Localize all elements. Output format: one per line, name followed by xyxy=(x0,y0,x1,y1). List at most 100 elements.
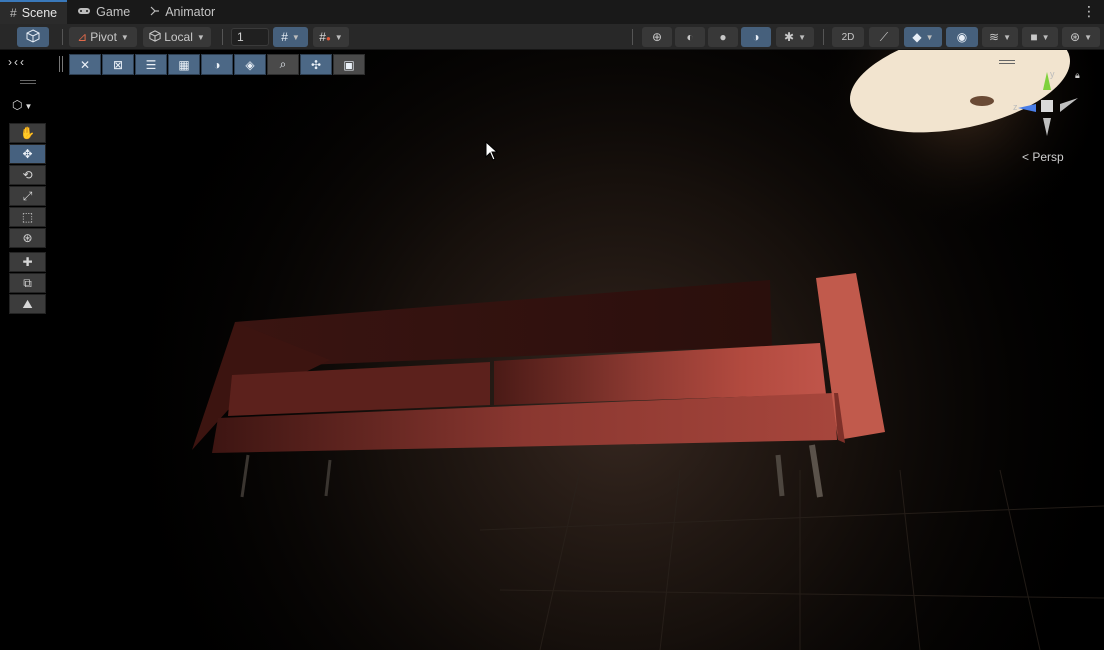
grid-snap-button[interactable]: # ▼ xyxy=(273,27,308,47)
hand-icon: ✋ xyxy=(20,126,35,140)
rect-tool-button[interactable]: ⬚ xyxy=(9,207,46,227)
orientation-button[interactable] xyxy=(17,27,49,47)
collapse-toolbar-icon[interactable]: ›‹‹ xyxy=(8,55,26,69)
pivot-icon: ⊿ xyxy=(77,30,88,44)
lighting-button[interactable]: ◑ xyxy=(741,27,771,47)
tab-bar: # Scene Game Animator ⋮ xyxy=(0,0,1104,24)
scene-window: # Scene Game Animator ⋮ ⊿ Pivot ▼ Local … xyxy=(0,0,1104,650)
overlay-tool-6[interactable]: ◈ xyxy=(234,54,266,75)
crossed-tools-icon: ✕ xyxy=(79,57,91,72)
audio-toggle-button[interactable]: ⟋ xyxy=(869,27,899,47)
projection-label[interactable]: < Persp xyxy=(1022,150,1064,164)
chevron-down-icon: ▼ xyxy=(291,32,300,42)
z-axis-arrow[interactable] xyxy=(1018,104,1036,112)
camera-dropdown[interactable]: ■ ▼ xyxy=(1022,27,1058,47)
layers-effects-icon: ◆ xyxy=(912,30,922,44)
2d-toggle-button[interactable]: 2D xyxy=(832,27,864,47)
toolbar-grip-handle[interactable] xyxy=(20,80,36,84)
tab-game[interactable]: Game xyxy=(67,0,140,24)
scene-visibility-button[interactable]: ◉ xyxy=(946,27,978,47)
layers-icon: ≋ xyxy=(989,30,1000,44)
overlay-tool-5[interactable]: ◑ xyxy=(201,54,233,75)
chevron-down-icon: ▼ xyxy=(1084,32,1092,42)
debug-draw-mode-button[interactable]: ✱ ▼ xyxy=(776,27,814,47)
hand-tool-button[interactable]: ✋ xyxy=(9,123,46,143)
y-axis-neg-arrow[interactable] xyxy=(1043,118,1051,136)
chevron-down-icon: ▼ xyxy=(120,32,129,42)
eye-icon: ◉ xyxy=(956,30,968,44)
tool-context-dropdown[interactable]: ⬡ ▼ xyxy=(12,98,32,112)
local-cube-icon xyxy=(149,29,161,45)
chevron-down-icon: ▼ xyxy=(1003,32,1011,42)
grid-icon: # xyxy=(10,6,17,20)
orientation-gizmo[interactable]: y z xyxy=(1012,68,1092,140)
custom-tool-1-button[interactable]: ✚ xyxy=(9,252,46,272)
wireframe-globe-icon: ⊕ xyxy=(651,30,663,44)
overlay-tool-2[interactable]: ⊠ xyxy=(102,54,134,75)
shaded-button[interactable]: ● xyxy=(708,27,738,47)
local-dropdown[interactable]: Local ▼ xyxy=(143,27,211,47)
overlay-divider xyxy=(62,56,63,72)
overlay-search-button[interactable]: ⌕ xyxy=(267,54,299,75)
overlay-tool-3[interactable]: ☰ xyxy=(135,54,167,75)
animator-icon xyxy=(150,5,160,19)
search-icon: ⌕ xyxy=(279,57,287,71)
chevron-down-icon: ▼ xyxy=(24,102,33,111)
chevron-down-icon: ▼ xyxy=(925,32,934,42)
x-axis-neg-arrow[interactable] xyxy=(1060,98,1078,112)
ruler-icon: ⊠ xyxy=(112,57,124,72)
transform-icon: ⊛ xyxy=(22,231,33,245)
effects-button[interactable]: ◆ ▼ xyxy=(904,27,942,47)
overlay-grip-handle[interactable] xyxy=(999,60,1015,64)
custom-tool-3-button[interactable]: ⛰ xyxy=(9,294,46,314)
gizmo-center-cube[interactable] xyxy=(1041,100,1053,112)
chevron-down-icon: ▼ xyxy=(196,32,205,42)
copy-box-icon: ⧉ xyxy=(23,275,32,290)
overlay-tool-4[interactable]: ▦ xyxy=(168,54,200,75)
gizmos-dropdown[interactable]: ⊛ ▼ xyxy=(1062,27,1100,47)
more-options-icon[interactable]: ⋮ xyxy=(1082,3,1096,20)
move-cross-icon: ✣ xyxy=(310,57,322,72)
sphere-icon: ● xyxy=(719,30,727,44)
bug-icon: ✱ xyxy=(784,30,795,44)
gamepad-icon xyxy=(77,5,91,19)
tab-scene[interactable]: # Scene xyxy=(0,0,68,24)
increment-snap-button[interactable]: #● ▼ xyxy=(313,27,349,47)
rotate-tool-button[interactable]: ⟲ xyxy=(9,165,46,185)
grid-snap-icon: # xyxy=(281,30,288,44)
scene-viewport[interactable]: ›‹‹ ⬡ ▼ ✕ ⊠ ☰ ▦ ◑ ◈ ⌕ ✣ ▣ ✋ ✥ ⟲ ⤢ ⬚ ⊛ ✚ ⧉… xyxy=(0,50,1104,650)
transform-tool-button[interactable]: ⊛ xyxy=(9,228,46,248)
overlay-tool-8[interactable]: ✣ xyxy=(300,54,332,75)
y-axis-label: y xyxy=(1050,69,1055,79)
increment-snap-icon: #● xyxy=(319,30,331,44)
pivot-add-icon: ✚ xyxy=(22,255,33,269)
toolbar-divider xyxy=(823,29,824,45)
tab-animator[interactable]: Animator xyxy=(140,0,225,24)
camera-eye-icon: ▣ xyxy=(343,57,355,72)
scene-toolbar: ⊿ Pivot ▼ Local ▼ 1 # ▼ #● ▼ ⊕ ◐ ● ◑ ✱ ▼ xyxy=(0,24,1104,50)
mute-icon: ⟋ xyxy=(879,29,889,44)
overlay-camera-button[interactable]: ▣ xyxy=(333,54,365,75)
chevron-left-icon: < xyxy=(1022,150,1030,164)
sliders-icon: ☰ xyxy=(145,57,157,72)
camera-icon: ■ xyxy=(1030,30,1038,44)
chevron-down-icon: ▼ xyxy=(334,32,343,42)
shaded-wireframe-button[interactable]: ◐ xyxy=(675,27,705,47)
overlay-divider xyxy=(59,56,60,72)
rect-icon: ⬚ xyxy=(21,210,34,224)
layers-dropdown[interactable]: ≋ ▼ xyxy=(982,27,1018,47)
crescent-icon: ◑ xyxy=(213,57,221,72)
toolbar-divider xyxy=(222,29,223,45)
pivot-label: Pivot xyxy=(90,30,117,44)
grid-size-field[interactable]: 1 xyxy=(231,28,269,46)
wireframe-button[interactable]: ⊕ xyxy=(642,27,672,47)
custom-tool-2-button[interactable]: ⧉ xyxy=(9,273,46,293)
half-sphere-icon: ◐ xyxy=(686,30,694,44)
move-tool-button[interactable]: ✥ xyxy=(9,144,46,164)
rotate-icon: ⟲ xyxy=(22,168,33,182)
overlay-tool-1[interactable]: ✕ xyxy=(69,54,101,75)
toolbar-divider xyxy=(632,29,633,45)
pivot-dropdown[interactable]: ⊿ Pivot ▼ xyxy=(69,27,137,47)
scale-tool-button[interactable]: ⤢ xyxy=(9,186,46,206)
lock-icon[interactable]: 🔒︎ xyxy=(1075,70,1080,81)
